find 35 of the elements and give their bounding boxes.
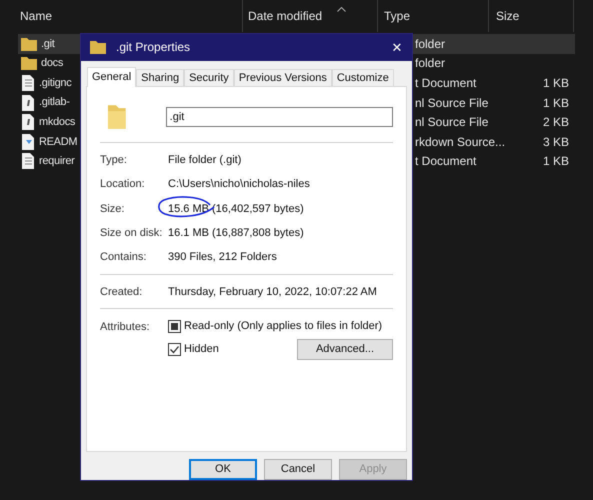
file-name: .gitignc bbox=[39, 76, 72, 91]
property-value: 390 Files, 212 Folders bbox=[168, 251, 277, 264]
checkbox-label: Hidden bbox=[184, 342, 219, 357]
checkbox-label: Read-only (Only applies to files in folder) bbox=[184, 318, 382, 334]
file-name: mkdocs bbox=[39, 114, 76, 130]
file-type: t Document bbox=[415, 153, 478, 170]
property-value: 15.6 MB (16,402,597 bytes) bbox=[168, 202, 304, 215]
property-value: C:\Users\nicho\nicholas-niles bbox=[168, 178, 310, 190]
file-type: rkdown Source... bbox=[415, 134, 506, 151]
file-type: t Document bbox=[415, 74, 478, 92]
file-size: 2 KB bbox=[542, 114, 569, 132]
window-title: .git Properties bbox=[116, 39, 190, 56]
file-name: requirer bbox=[39, 154, 75, 170]
property-label: Location: bbox=[100, 177, 146, 192]
file-type: folder bbox=[415, 36, 446, 53]
file-name: docs bbox=[41, 56, 64, 72]
file-type: folder bbox=[415, 55, 446, 72]
file-type: nl Source File bbox=[415, 94, 490, 112]
file-size: 1 KB bbox=[542, 94, 569, 112]
file-name: READM bbox=[39, 134, 78, 150]
property-label: Created: bbox=[100, 284, 144, 300]
property-label: Type: bbox=[100, 152, 128, 168]
file-size: 1 KB bbox=[542, 153, 569, 170]
property-label: Attributes: bbox=[100, 320, 151, 336]
property-label: Contains: bbox=[100, 250, 148, 266]
file-size: 3 KB bbox=[542, 134, 569, 151]
file-size: 1 KB bbox=[542, 74, 569, 92]
property-value: File folder (.git) bbox=[168, 154, 242, 166]
file-name: .gitlab- bbox=[39, 95, 70, 110]
file-name: .git bbox=[41, 36, 54, 52]
property-label: Size on disk: bbox=[100, 226, 164, 241]
file-type: nl Source File bbox=[415, 114, 490, 132]
property-label: Size: bbox=[100, 202, 126, 217]
property-value: Thursday, February 10, 2022, 10:07:22 AM bbox=[168, 286, 377, 298]
property-value: 16.1 MB (16,887,808 bytes) bbox=[168, 226, 304, 239]
